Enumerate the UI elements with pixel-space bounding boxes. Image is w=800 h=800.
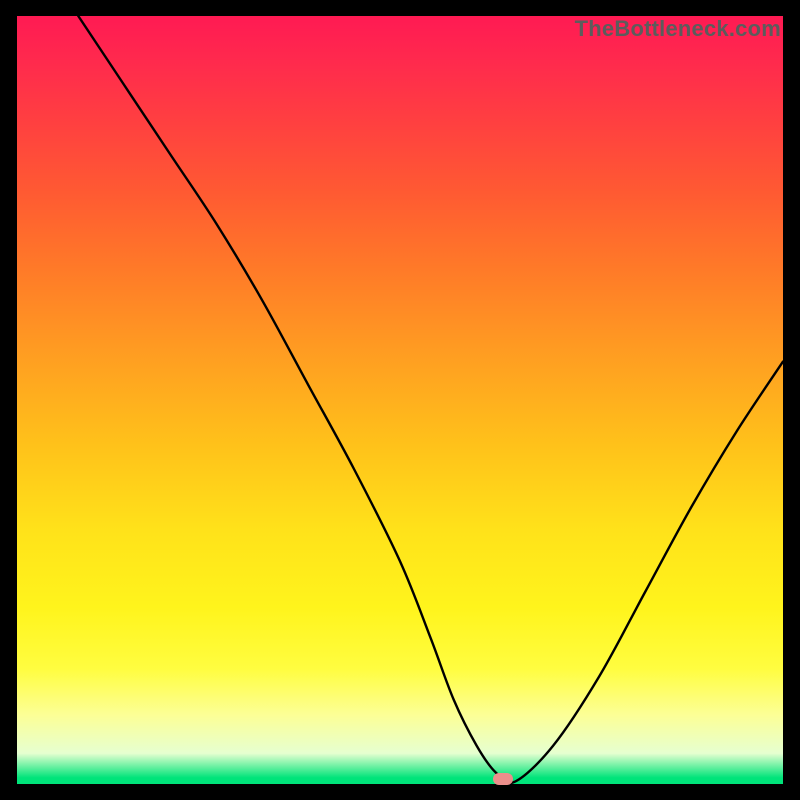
plot-area: TheBottleneck.com	[17, 16, 783, 784]
optimal-marker	[493, 773, 513, 785]
bottleneck-curve	[78, 16, 783, 783]
curve-svg	[17, 16, 783, 784]
chart-frame: TheBottleneck.com	[0, 0, 800, 800]
